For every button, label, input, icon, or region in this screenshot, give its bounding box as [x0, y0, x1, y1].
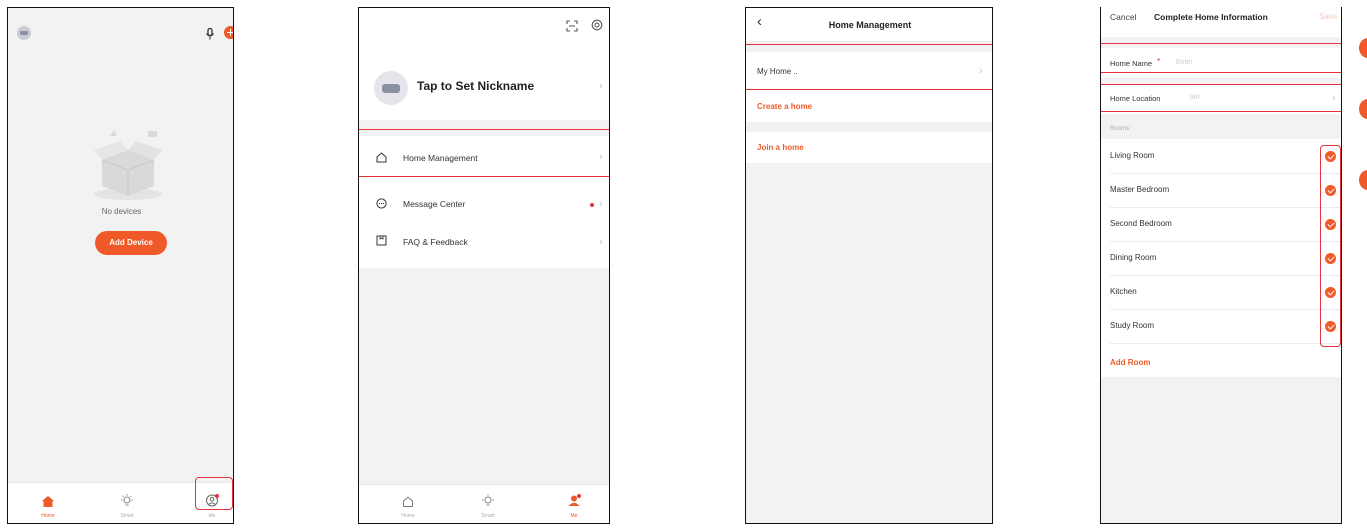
- rooms-list: Living Room Master Bedroom Second Bedroo…: [1101, 139, 1341, 377]
- tab-label: Smart: [481, 513, 495, 519]
- room-name: Dining Room: [1110, 253, 1157, 262]
- message-icon: [376, 198, 387, 209]
- tab-label: Me: [208, 513, 216, 519]
- chevron-right-icon: ›: [599, 236, 603, 248]
- room-row-living-room[interactable]: Living Room: [1101, 139, 1341, 173]
- highlight-my-home: [746, 44, 992, 90]
- screen-home: No devices Add Device Home Smart Me: [7, 7, 234, 524]
- join-home-row: Join a home: [746, 132, 992, 163]
- room-row-dining-room[interactable]: Dining Room: [1101, 241, 1341, 275]
- menu-item-message-center[interactable]: Message Center ›: [359, 186, 609, 222]
- room-row-second-bedroom[interactable]: Second Bedroom: [1101, 207, 1341, 241]
- empty-state-text: No devices: [101, 207, 142, 216]
- highlight-home-location: [1101, 84, 1341, 112]
- step-marker-2: [1359, 99, 1367, 119]
- room-name: Second Bedroom: [1110, 219, 1172, 228]
- create-home-link[interactable]: Create a home: [757, 102, 812, 111]
- room-row-study-room[interactable]: Study Room: [1101, 309, 1341, 343]
- room-row-master-bedroom[interactable]: Master Bedroom: [1101, 173, 1341, 207]
- highlight-room-checks: [1320, 145, 1341, 347]
- scan-icon[interactable]: [566, 19, 578, 32]
- menu-item-label: Message Center: [403, 199, 466, 209]
- add-device-button[interactable]: Add Device: [95, 231, 167, 255]
- tab-smart[interactable]: Smart: [468, 494, 508, 519]
- tab-bar: Home Smart Me: [359, 484, 609, 523]
- home-icon: [42, 496, 54, 507]
- menu-item-faq-feedback[interactable]: FAQ & Feedback ›: [359, 224, 609, 260]
- highlight-home-management: [359, 129, 609, 177]
- profile-icon: [568, 494, 581, 506]
- screen-me: Tap to Set Nickname › Home Management › …: [358, 7, 610, 524]
- room-name: Living Room: [1110, 151, 1155, 160]
- microphone-icon[interactable]: [205, 27, 215, 40]
- room-name: Kitchen: [1110, 287, 1137, 296]
- highlight-home-name: [1101, 43, 1341, 73]
- step-marker-3: [1359, 170, 1367, 190]
- add-icon[interactable]: [224, 26, 233, 39]
- tab-home[interactable]: Home: [388, 494, 428, 519]
- room-name: Study Room: [1110, 321, 1155, 330]
- book-icon: [376, 235, 387, 246]
- settings-icon[interactable]: [591, 18, 603, 31]
- step-marker-1: [1359, 38, 1367, 58]
- room-row-kitchen[interactable]: Kitchen: [1101, 275, 1341, 309]
- rooms-header: Rooms:: [1110, 126, 1131, 132]
- avatar[interactable]: [17, 26, 31, 40]
- bulb-icon: [482, 494, 494, 506]
- cancel-button[interactable]: Cancel: [1110, 12, 1136, 22]
- tab-label: Me: [570, 513, 578, 519]
- create-home-row: Create a home: [746, 92, 992, 122]
- tab-home[interactable]: Home: [28, 494, 68, 519]
- page-title: Complete Home Information: [1154, 12, 1268, 22]
- tab-me[interactable]: Me: [554, 494, 594, 519]
- screen-home-management: ‹ Home Management My Home .. › Create a …: [745, 7, 993, 524]
- bulb-icon: [121, 494, 133, 506]
- page-title: Home Management: [828, 20, 912, 30]
- save-button[interactable]: Save: [1319, 12, 1337, 21]
- tab-label: Home: [41, 513, 55, 519]
- highlight-me-tab: [195, 477, 233, 510]
- tab-label: Smart: [120, 513, 134, 519]
- avatar[interactable]: [374, 71, 408, 105]
- unread-dot: [590, 203, 594, 207]
- chevron-right-icon: ›: [599, 198, 603, 210]
- screen-complete-home: Cancel Complete Home Information Save Ho…: [1100, 7, 1342, 524]
- add-room-link[interactable]: Add Room: [1110, 358, 1150, 367]
- home-icon: [403, 496, 413, 507]
- tab-smart[interactable]: Smart: [107, 494, 147, 519]
- nickname[interactable]: Tap to Set Nickname: [417, 79, 534, 93]
- menu-item-label: FAQ & Feedback: [403, 237, 468, 247]
- empty-box-illustration: [88, 128, 168, 203]
- divider: [1110, 343, 1341, 344]
- room-name: Master Bedroom: [1110, 185, 1170, 194]
- join-home-link[interactable]: Join a home: [757, 143, 804, 152]
- tab-label: Home: [401, 513, 415, 519]
- chevron-right-icon: ›: [599, 80, 603, 92]
